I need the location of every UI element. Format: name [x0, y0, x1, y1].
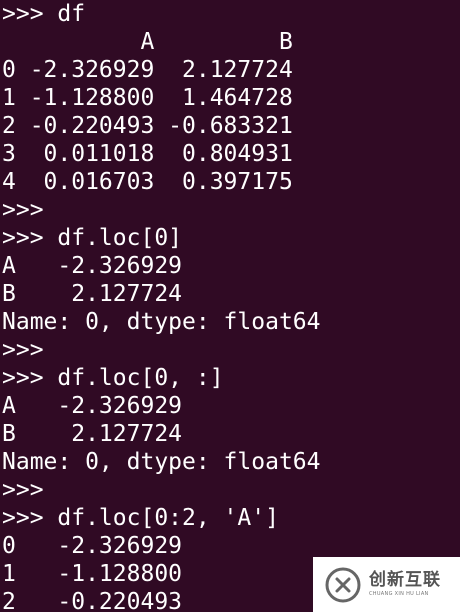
terminal-line: >>>	[2, 197, 44, 223]
terminal-line: >>> df.loc[0:2, 'A']	[2, 505, 279, 531]
terminal-line: >>> df	[2, 1, 86, 27]
terminal-line: 2 -0.220493 -0.683321	[2, 113, 293, 139]
terminal-line: 2 -0.220493	[2, 589, 183, 612]
terminal-line: Name: 0, dtype: float64	[2, 449, 321, 475]
terminal-line: Name: 0, dtype: float64	[2, 309, 321, 335]
terminal-line: >>>	[2, 477, 44, 503]
terminal-line: A -2.326929	[2, 253, 183, 279]
watermark-name-cn: 创新互联	[369, 570, 441, 590]
terminal-line: A B	[2, 29, 293, 55]
terminal-line: A -2.326929	[2, 393, 183, 419]
terminal-line: >>> df.loc[0, :]	[2, 365, 224, 391]
terminal-window[interactable]: >>> df A B 0 -2.326929 2.127724 1 -1.128…	[0, 0, 460, 612]
terminal-line: 0 -2.326929	[2, 533, 183, 559]
terminal-line: B 2.127724	[2, 421, 183, 447]
watermark-badge: 创新互联 CHUANG XIN HU LIAN	[313, 557, 460, 612]
terminal-line: 0 -2.326929 2.127724	[2, 57, 293, 83]
cx-logo-icon	[325, 567, 361, 602]
terminal-line: B 2.127724	[2, 281, 183, 307]
terminal-line: 1 -1.128800	[2, 561, 183, 587]
terminal-line: >>>	[2, 337, 44, 363]
terminal-line: 3 0.011018 0.804931	[2, 141, 293, 167]
terminal-line: 4 0.016703 0.397175	[2, 169, 293, 195]
terminal-line: 1 -1.128800 1.464728	[2, 85, 293, 111]
terminal-output: >>> df A B 0 -2.326929 2.127724 1 -1.128…	[2, 0, 321, 612]
watermark-name-en: CHUANG XIN HU LIAN	[369, 591, 429, 597]
terminal-line: >>> df.loc[0]	[2, 225, 183, 251]
